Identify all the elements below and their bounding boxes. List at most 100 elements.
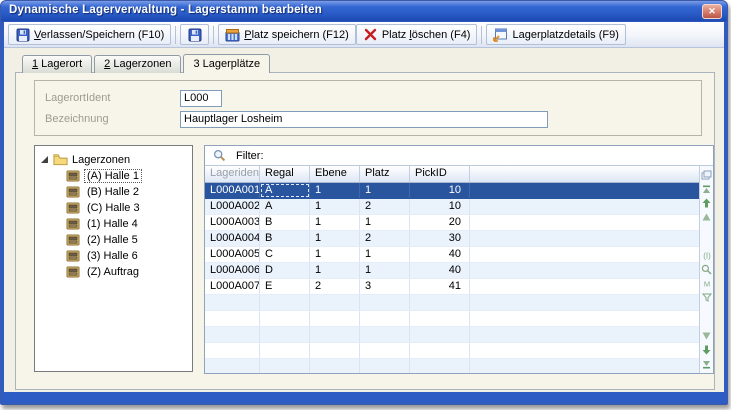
tree-item-1-halle-4[interactable]: (1) Halle 4 [35, 216, 192, 232]
table-cell[interactable]: L000A001 [205, 183, 260, 198]
tree-item-b-halle-2[interactable]: (B) Halle 2 [35, 184, 192, 200]
table-cell[interactable]: 1 [360, 215, 410, 230]
table-cell[interactable] [205, 359, 260, 373]
titlebar[interactable]: Dynamische Lagerverwaltung - Lagerstamm … [1, 1, 727, 22]
table-cell[interactable]: 41 [410, 279, 470, 294]
tree-root-lagerzonen[interactable]: Lagerzonen [35, 151, 192, 168]
table-cell[interactable]: D [260, 263, 310, 278]
tree-item-c-halle-3[interactable]: (C) Halle 3 [35, 200, 192, 216]
table-cell[interactable]: A [260, 199, 310, 214]
table-cell[interactable]: 40 [410, 263, 470, 278]
tab-1-lagerort[interactable]: 1 Lagerort [22, 55, 92, 73]
table-cell[interactable]: 10 [410, 199, 470, 214]
table-cell[interactable] [205, 327, 260, 342]
table-cell[interactable]: 1 [310, 247, 360, 262]
close-button[interactable]: ✕ [702, 4, 722, 19]
table-cell[interactable]: 1 [360, 247, 410, 262]
table-cell[interactable] [470, 295, 699, 310]
table-row[interactable]: L000A004B1230 [205, 231, 699, 247]
column-header-pickid[interactable]: PickID [410, 166, 470, 182]
table-cell[interactable]: 10 [410, 183, 470, 198]
table-cell[interactable] [205, 295, 260, 310]
column-chooser-icon[interactable] [701, 169, 713, 181]
table-cell[interactable]: 1 [360, 183, 410, 198]
table-cell[interactable] [360, 295, 410, 310]
page-up-icon[interactable] [701, 211, 713, 223]
table-cell[interactable] [310, 311, 360, 326]
column-header-ebene[interactable]: Ebene [310, 166, 360, 182]
toolbar-button-verlassen-speichern-f10[interactable]: Verlassen/Speichern (F10) [8, 24, 171, 45]
table-cell[interactable]: 3 [360, 279, 410, 294]
table-cell[interactable]: L000A002 [205, 199, 260, 214]
filter-rows-icon[interactable] [701, 292, 713, 304]
table-cell[interactable] [260, 311, 310, 326]
table-cell[interactable] [470, 359, 699, 373]
table-cell[interactable]: B [260, 215, 310, 230]
table-cell[interactable] [470, 247, 699, 262]
prev-row-icon[interactable] [701, 197, 713, 209]
table-cell[interactable] [410, 343, 470, 358]
table-cell[interactable]: 1 [310, 263, 360, 278]
page-down-icon[interactable] [701, 330, 713, 342]
table-cell[interactable]: L000A003 [205, 215, 260, 230]
table-cell[interactable] [470, 199, 699, 214]
table-cell[interactable] [470, 343, 699, 358]
bookmark-icon[interactable]: M [701, 278, 713, 290]
table-cell[interactable]: L000A006 [205, 263, 260, 278]
table-cell[interactable] [310, 343, 360, 358]
table-cell[interactable] [310, 295, 360, 310]
table-cell[interactable] [260, 359, 310, 373]
table-cell[interactable] [470, 327, 699, 342]
tree-item-z-auftrag[interactable]: (Z) Auftrag [35, 264, 192, 280]
column-header-regal[interactable]: Regal [260, 166, 310, 182]
table-cell[interactable] [410, 311, 470, 326]
table-row[interactable]: L000A002A1210 [205, 199, 699, 215]
tab-2-lagerzonen[interactable]: 2 Lagerzonen [94, 55, 181, 73]
first-row-icon[interactable] [701, 183, 713, 195]
tree-item-2-halle-5[interactable]: (2) Halle 5 [35, 232, 192, 248]
table-cell[interactable]: L000A004 [205, 231, 260, 246]
table-row-empty[interactable] [205, 311, 699, 327]
column-header-lagerident[interactable]: Lagerident [205, 166, 260, 182]
last-row-icon[interactable] [701, 358, 713, 370]
table-cell[interactable] [260, 295, 310, 310]
table-cell[interactable]: A [260, 183, 310, 198]
table-cell[interactable]: 20 [410, 215, 470, 230]
tree-expand-icon[interactable] [40, 155, 49, 164]
table-cell[interactable] [470, 231, 699, 246]
tab-3-lagerplätze[interactable]: 3 Lagerplätze [183, 54, 270, 73]
toolbar-button-platz-l-schen-f4[interactable]: Platz löschen (F4) [356, 24, 478, 45]
table-cell[interactable] [260, 343, 310, 358]
table-cell[interactable] [410, 295, 470, 310]
table-cell[interactable]: 1 [310, 215, 360, 230]
column-header-platz[interactable]: Platz [360, 166, 410, 182]
table-cell[interactable] [470, 215, 699, 230]
table-row-empty[interactable] [205, 295, 699, 311]
table-cell[interactable] [205, 311, 260, 326]
tree-item-3-halle-6[interactable]: (3) Halle 6 [35, 248, 192, 264]
table-row[interactable]: L000A007E2341 [205, 279, 699, 295]
table-row-empty[interactable] [205, 327, 699, 343]
search-row-icon[interactable] [701, 264, 713, 276]
table-cell[interactable]: 2 [360, 231, 410, 246]
table-cell[interactable] [360, 311, 410, 326]
toolbar-button-platz-speichern-f12[interactable]: Platz speichern (F12) [218, 24, 356, 45]
table-row-empty[interactable] [205, 359, 699, 373]
toolbar-button-save-disk-icon[interactable] [180, 24, 209, 45]
table-row[interactable]: L000A001A1110 [205, 183, 699, 199]
table-row[interactable]: L000A005C1140 [205, 247, 699, 263]
table-cell[interactable] [470, 183, 699, 198]
table-cell[interactable]: 2 [310, 279, 360, 294]
table-cell[interactable]: C [260, 247, 310, 262]
table-cell[interactable] [360, 327, 410, 342]
lagerortident-input[interactable] [180, 90, 222, 107]
table-cell[interactable] [360, 359, 410, 373]
table-cell[interactable]: 40 [410, 247, 470, 262]
table-row[interactable]: L000A003B1120 [205, 215, 699, 231]
table-cell[interactable]: 2 [360, 199, 410, 214]
bezeichnung-input[interactable] [180, 111, 548, 128]
table-cell[interactable]: E [260, 279, 310, 294]
grid-filter-bar[interactable]: Filter: [205, 146, 713, 166]
table-cell[interactable] [410, 327, 470, 342]
table-cell[interactable]: 1 [310, 183, 360, 198]
